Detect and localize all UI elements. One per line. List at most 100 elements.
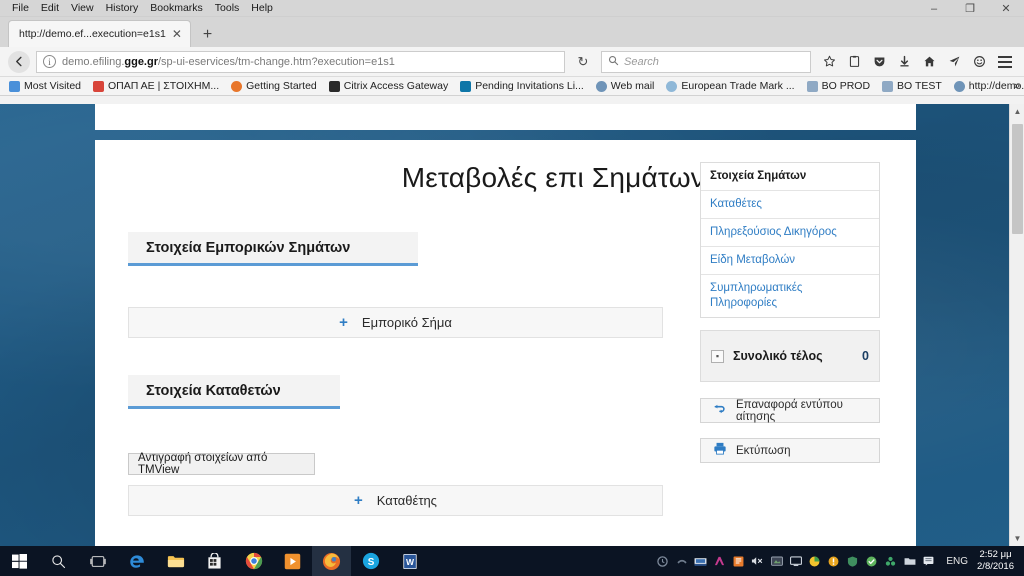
bookmark-item[interactable]: Most Visited [4,80,86,92]
monitor-icon[interactable] [787,546,804,576]
page-top-strip [95,104,916,130]
sidebar-item-change-types[interactable]: Είδη Μεταβολών [701,247,879,275]
browser-tab[interactable]: http://demo.ef...execution=e1s1 ✕ [8,20,191,47]
notifications-icon[interactable] [920,546,937,576]
page-info-icon[interactable]: i [43,55,56,68]
page-viewport: Μεταβολές επι Σημάτων Στοιχεία Εμπορικών… [0,104,1024,546]
bookmark-favicon [595,80,607,92]
minimize-button[interactable]: – [916,0,952,17]
menu-item-view[interactable]: View [65,0,100,16]
reset-icon [713,402,727,420]
bookmark-item[interactable]: Citrix Access Gateway [324,80,453,92]
scrollbar-thumb[interactable] [1012,124,1023,234]
start-button[interactable] [0,546,39,576]
restore-button[interactable]: ❐ [952,0,988,17]
notes-icon[interactable] [730,546,747,576]
clock-date: 2/8/2016 [977,561,1014,572]
firefox-button[interactable] [312,546,351,576]
clock[interactable]: 2:52 μμ 2/8/2016 [977,549,1020,573]
svg-text:S: S [367,557,374,568]
toolbar-icons [817,50,1018,74]
bookmark-item[interactable]: Getting Started [226,80,322,92]
bookmark-item[interactable]: ΟΠΑΠ ΑΕ | ΣΤΟΙΧΗΜ... [88,80,224,92]
scroll-down-icon[interactable]: ▼ [1010,531,1024,546]
menu-item-edit[interactable]: Edit [35,0,65,16]
address-bar[interactable]: i demo.efiling.gge.gr/sp-ui-eservices/tm… [36,50,565,73]
bookmark-item[interactable]: BO TEST [877,80,947,92]
dropbox-icon[interactable] [692,546,709,576]
bookmark-item[interactable]: Web mail [591,80,660,92]
skype-button[interactable]: S [351,546,390,576]
bookmarks-overflow-icon[interactable]: » [1014,80,1020,92]
pocket-icon[interactable] [867,50,891,74]
copy-from-tmview-button[interactable]: Αντιγραφή στοιχείων από TMView [128,452,315,476]
tab-close-icon[interactable]: ✕ [172,28,182,40]
adobe-icon[interactable] [711,546,728,576]
back-button[interactable] [8,50,30,73]
reset-form-button[interactable]: Επαναφορά εντύπου αίτησης [700,398,880,423]
file-explorer-button[interactable] [156,546,195,576]
edge-button[interactable] [117,546,156,576]
task-view-button[interactable] [78,546,117,576]
scroll-up-icon[interactable]: ▲ [1010,104,1024,119]
reset-form-label: Επαναφορά εντύπου αίτησης [736,398,843,423]
add-trademark-button[interactable]: + Εμπορικό Σήμα [128,307,663,338]
search-icon [608,53,619,71]
windows-taskbar: S W ENG 2:52 μμ 2/8/2016 [0,546,1024,576]
collapse-toggle-icon[interactable]: ▪ [711,349,724,363]
sidebar-item-trademark-details[interactable]: Στοιχεία Σημάτων [701,163,879,191]
bookmark-item[interactable]: European Trade Mark ... [661,80,799,92]
search-input[interactable]: Search [601,50,811,73]
home-icon[interactable] [917,50,941,74]
network-icon[interactable] [673,546,690,576]
chrome-button[interactable] [234,546,273,576]
security-icon[interactable] [844,546,861,576]
antivirus-icon[interactable] [806,546,823,576]
svg-text:W: W [405,556,414,566]
folder-sync-icon[interactable] [901,546,918,576]
print-button[interactable]: Εκτύπωση [700,438,880,463]
menu-item-bookmarks[interactable]: Bookmarks [144,0,209,16]
reload-icon[interactable]: ↻ [571,51,595,73]
hamburger-menu-icon[interactable] [992,50,1018,74]
send-icon[interactable] [942,50,966,74]
menu-item-history[interactable]: History [100,0,145,16]
add-applicant-button[interactable]: + Καταθέτης [128,485,663,516]
new-tab-button[interactable]: + [203,27,212,43]
sidebar-item-attorney[interactable]: Πληρεξούσιος Δικηγόρος [701,219,879,247]
media-player-button[interactable] [273,546,312,576]
onedrive-icon[interactable] [654,546,671,576]
word-button[interactable]: W [390,546,429,576]
library-icon[interactable] [842,50,866,74]
store-button[interactable] [195,546,234,576]
language-indicator[interactable]: ENG [939,556,975,567]
close-button[interactable]: ✕ [988,0,1024,17]
menu-item-file[interactable]: File [6,0,35,16]
tab-title: http://demo.ef...execution=e1s1 [19,28,166,40]
bookmark-label: BO PROD [821,80,871,92]
total-fee-label: Συνολικό τέλος [733,348,823,363]
chat-icon[interactable] [967,50,991,74]
sidebar-item-additional-info[interactable]: Συμπληρωματικές Πληροφορίες [701,275,879,317]
search-button[interactable] [39,546,78,576]
tab-strip: http://demo.ef...execution=e1s1 ✕ + [0,17,1024,47]
volume-muted-icon[interactable] [749,546,766,576]
menu-item-help[interactable]: Help [245,0,279,16]
printer-icon [713,442,727,460]
page-scrollbar[interactable]: ▲ ▼ [1009,104,1024,546]
download-icon[interactable] [892,50,916,74]
bookmark-item[interactable]: http://demo.efiling.gg... [949,80,1024,92]
bookmark-item[interactable]: BO PROD [802,80,875,92]
bookmark-item[interactable]: Pending Invitations Li... [455,80,589,92]
total-fee-value: 0 [862,349,869,363]
page-title: Μεταβολές επι Σημάτων [401,162,705,193]
shield-icon[interactable] [863,546,880,576]
menu-item-tools[interactable]: Tools [209,0,246,16]
display-icon[interactable] [768,546,785,576]
star-icon[interactable] [817,50,841,74]
print-label: Εκτύπωση [736,444,791,457]
sidebar-item-applicants[interactable]: Καταθέτες [701,191,879,219]
total-fee-panel: ▪ Συνολικό τέλος 0 [700,330,880,382]
update-icon[interactable] [825,546,842,576]
sync-icon[interactable] [882,546,899,576]
